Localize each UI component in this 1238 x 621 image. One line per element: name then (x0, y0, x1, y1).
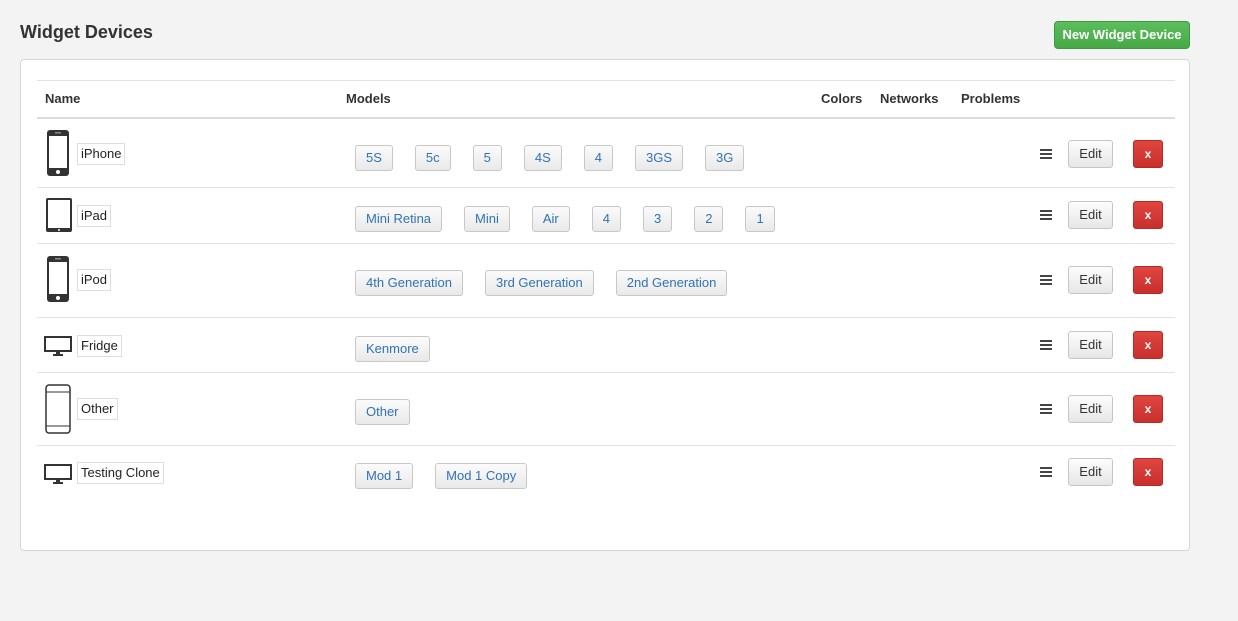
model-button[interactable]: Air (531, 206, 570, 232)
device-name: iPod (77, 269, 112, 291)
delete-button[interactable]: x (1133, 201, 1163, 229)
devices-panel: Name Models Colors Networks Problems iPh… (20, 59, 1190, 551)
model-button[interactable]: 4th Generation (355, 270, 464, 296)
header-networks: Networks (880, 91, 939, 106)
delete-button[interactable]: x (1133, 395, 1163, 423)
header-colors: Colors (821, 91, 863, 106)
model-button[interactable]: Mini Retina (355, 206, 443, 232)
new-widget-device-button[interactable]: New Widget Device (1054, 21, 1190, 49)
device-name: Fridge (77, 335, 122, 357)
devices-table: Name Models Colors Networks Problems iPh… (37, 80, 1175, 510)
models-list: Mini Retina Mini Air 4 3 2 1 (355, 206, 797, 232)
model-button[interactable]: 3GS (635, 145, 684, 171)
model-button[interactable]: 2 (694, 206, 724, 232)
edit-button[interactable]: Edit (1068, 395, 1113, 423)
model-button[interactable]: Other (355, 399, 410, 425)
model-button[interactable]: Mod 1 (355, 463, 414, 489)
header-models: Models (346, 91, 391, 106)
device-name: Testing Clone (77, 462, 164, 484)
drag-handle-icon[interactable] (1040, 404, 1052, 414)
model-button[interactable]: 1 (745, 206, 775, 232)
table-row: iPad Mini Retina Mini Air 4 3 2 1 Edit x (37, 188, 1175, 244)
edit-button[interactable]: Edit (1068, 331, 1113, 359)
drag-handle-icon[interactable] (1040, 149, 1052, 159)
delete-button[interactable]: x (1133, 266, 1163, 294)
edit-button[interactable]: Edit (1068, 201, 1113, 229)
model-button[interactable]: Kenmore (355, 336, 430, 362)
monitor-icon (44, 464, 72, 489)
page-title: Widget Devices (20, 22, 153, 42)
model-button[interactable]: Mini (464, 206, 510, 232)
table-body: iPhone 5S 5c 5 4S 4 3GS 3G Edit x iPad Mini Retina M… (37, 119, 1175, 510)
table-row: iPod 4th Generation 3rd Generation 2nd Gene… (37, 244, 1175, 318)
model-button[interactable]: 3 (643, 206, 673, 232)
models-list: 5S 5c 5 4S 4 3GS 3G (355, 145, 766, 171)
model-button[interactable]: 3G (705, 145, 745, 171)
models-list: Mod 1 Mod 1 Copy (355, 463, 549, 489)
table-header: Name Models Colors Networks Problems (37, 80, 1175, 119)
delete-button[interactable]: x (1133, 458, 1163, 486)
model-button[interactable]: 3rd Generation (485, 270, 594, 296)
table-row: iPhone 5S 5c 5 4S 4 3GS 3G Edit x (37, 119, 1175, 188)
model-button[interactable]: 2nd Generation (615, 270, 728, 296)
table-row: Testing Clone Mod 1 Mod 1 Copy Edit x (37, 446, 1175, 510)
drag-handle-icon[interactable] (1040, 340, 1052, 350)
drag-handle-icon[interactable] (1040, 275, 1052, 285)
tablet-icon (45, 197, 73, 238)
generic-phone-icon (45, 384, 71, 439)
device-name: iPhone (77, 143, 126, 165)
phone-icon (46, 129, 70, 182)
delete-button[interactable]: x (1133, 331, 1163, 359)
model-button[interactable]: 4S (523, 145, 562, 171)
model-button[interactable]: 4 (583, 145, 614, 171)
header-problems: Problems (961, 91, 1021, 106)
edit-button[interactable]: Edit (1068, 458, 1113, 486)
monitor-icon (44, 336, 72, 361)
table-row: Fridge Kenmore Edit x (37, 318, 1175, 373)
table-row: Other Other Edit x (37, 373, 1175, 446)
device-name: Other (77, 398, 118, 420)
models-list: Other (355, 399, 432, 425)
edit-button[interactable]: Edit (1068, 140, 1113, 168)
header-name: Name (45, 91, 81, 106)
model-button[interactable]: Mod 1 Copy (435, 463, 528, 489)
edit-button[interactable]: Edit (1068, 266, 1113, 294)
model-button[interactable]: 5S (355, 145, 393, 171)
device-name: iPad (77, 205, 112, 227)
delete-button[interactable]: x (1133, 140, 1163, 168)
phone-icon (46, 255, 70, 308)
models-list: Kenmore (355, 336, 452, 362)
models-list: 4th Generation 3rd Generation 2nd Generati… (355, 270, 749, 296)
model-button[interactable]: 4 (591, 206, 621, 232)
model-button[interactable]: 5 (472, 145, 502, 171)
drag-handle-icon[interactable] (1040, 210, 1052, 220)
drag-handle-icon[interactable] (1040, 467, 1052, 477)
model-button[interactable]: 5c (414, 145, 451, 171)
